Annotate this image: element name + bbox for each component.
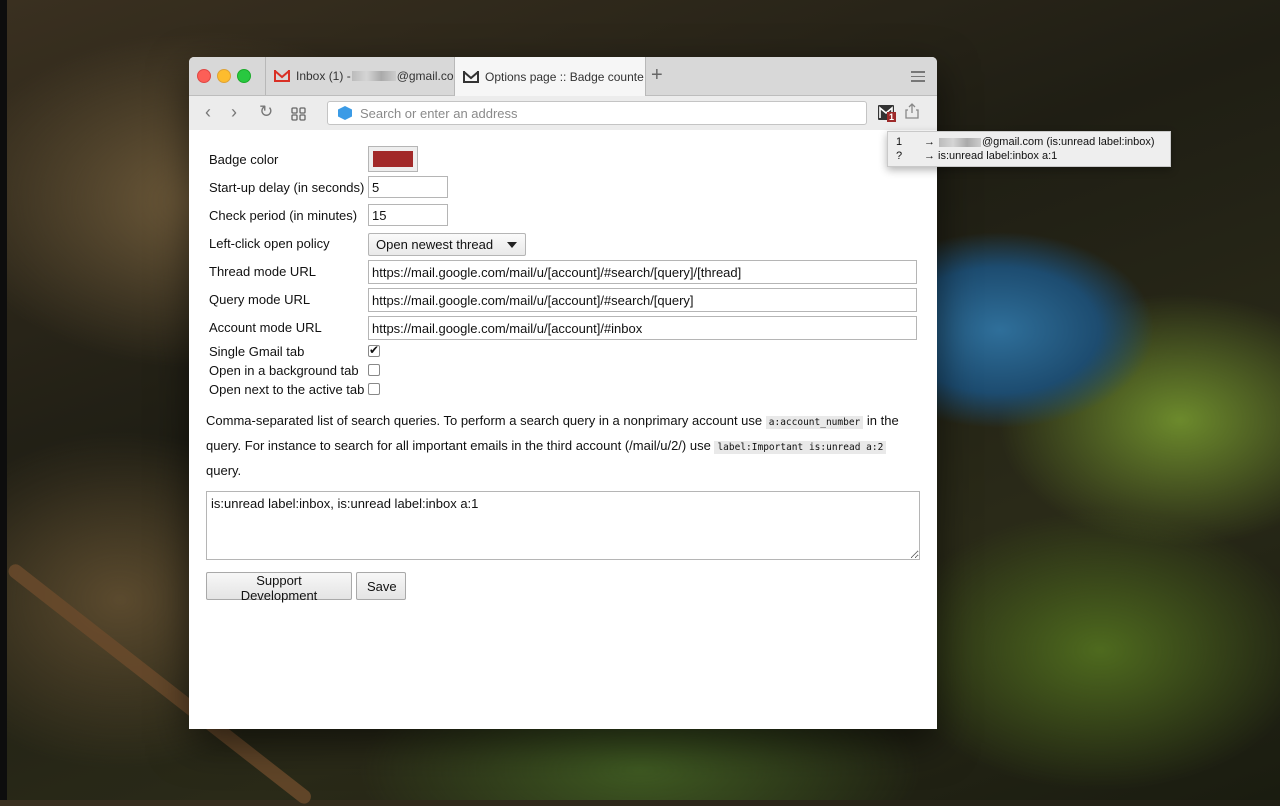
window-maximize-button[interactable] [237,69,251,83]
account-url-label: Account mode URL [209,319,322,335]
thread-url-label: Thread mode URL [209,263,316,279]
chevron-down-icon [507,242,517,248]
popup-row-text: @gmail.com (is:unread label:inbox) [982,136,1155,148]
background-tab-checkbox[interactable] [368,364,380,376]
save-button[interactable]: Save [356,572,406,600]
extension-page-icon [338,106,352,120]
gmail-icon [274,70,290,82]
toolbar: ‹ › ↻ 1 [189,96,937,131]
options-page: Badge color Start-up delay (in seconds) … [189,130,937,729]
desktop-edge [0,0,7,800]
popup-row-number: ? [896,150,903,162]
query-url-row: Query mode URL [209,287,369,311]
address-bar [327,101,867,125]
tab-inbox[interactable]: Inbox (1) - @gmail.co [265,57,454,95]
forward-icon[interactable]: › [231,102,237,122]
next-tab-label: Open next to the active tab [209,381,365,397]
popup-row-text: is:unread label:inbox a:1 [938,150,1058,162]
account-url-input[interactable] [368,316,917,340]
background-tab-label: Open in a background tab [209,362,359,378]
queries-description: Comma-separated list of search queries. … [206,409,906,482]
tab-inbox-label-suffix: @gmail.co [396,69,454,83]
desc-text-3: query. [206,463,242,478]
reload-icon[interactable]: ↻ [259,102,273,122]
thread-url-input[interactable] [368,260,917,284]
left-click-selected: Open newest thread [376,237,494,252]
popup-row-number: 1 [896,136,903,148]
query-url-label: Query mode URL [209,291,311,307]
queries-textarea[interactable]: is:unread label:inbox, is:unread label:i… [206,491,920,560]
check-period-row: Check period (in minutes) [209,203,369,227]
arrow-right-icon: → [924,150,935,162]
startup-delay-label: Start-up delay (in seconds) [209,179,365,195]
check-period-input[interactable] [368,204,448,226]
popup-row-2[interactable]: ? → is:unread label:inbox a:1 [896,149,1057,163]
startup-delay-row: Start-up delay (in seconds) [209,175,369,199]
single-tab-checkbox[interactable] [368,343,380,357]
badge-count: 1 [886,112,896,122]
share-icon[interactable] [905,103,921,121]
startup-delay-input[interactable] [368,176,448,198]
badge-color-swatch [373,151,413,167]
tab-bar: Inbox (1) - @gmail.co Options page :: Ba… [189,57,937,96]
tab-options[interactable]: Options page :: Badge counte [454,57,646,96]
address-input[interactable] [360,105,840,121]
support-development-button[interactable]: Support Development [206,572,352,603]
left-click-row: Left-click open policy [209,231,369,255]
single-tab-label: Single Gmail tab [209,343,305,359]
thread-url-row: Thread mode URL [209,259,369,283]
top-sites-icon[interactable] [291,105,306,125]
next-tab-row: Open next to the active tab [209,378,369,400]
left-click-label: Left-click open policy [209,235,330,251]
account-url-row: Account mode URL [209,315,369,339]
left-click-select[interactable]: Open newest thread [368,233,526,256]
tab-list-icon[interactable] [911,71,925,85]
redacted-email [351,71,396,81]
example-query-code: label:Important is:unread a:2 [714,441,887,454]
gmail-dark-icon [463,70,479,83]
window-minimize-button[interactable] [217,69,231,83]
tab-options-label: Options page :: Badge counte [485,69,644,84]
badge-counter-extension-icon[interactable]: 1 [878,105,896,122]
window-close-button[interactable] [197,69,211,83]
browser-window: Inbox (1) - @gmail.co Options page :: Ba… [189,57,937,729]
account-number-code: a:account_number [765,416,864,429]
desc-text-1: Comma-separated list of search queries. … [206,413,766,428]
new-tab-button[interactable]: + [651,65,663,85]
badge-color-picker[interactable] [368,146,418,172]
tab-inbox-label-prefix: Inbox (1) - [296,69,351,83]
next-tab-checkbox[interactable] [368,383,380,395]
redacted-email [939,137,981,147]
query-url-input[interactable] [368,288,917,312]
check-period-label: Check period (in minutes) [209,207,358,223]
back-icon[interactable]: ‹ [205,102,211,122]
arrow-right-icon: → [924,136,935,148]
badge-popup: 1 → @gmail.com (is:unread label:inbox) ?… [887,131,1171,167]
badge-color-row: Badge color [209,147,369,171]
popup-row-1[interactable]: 1 → @gmail.com (is:unread label:inbox) [896,135,1155,149]
badge-color-label: Badge color [209,151,279,167]
